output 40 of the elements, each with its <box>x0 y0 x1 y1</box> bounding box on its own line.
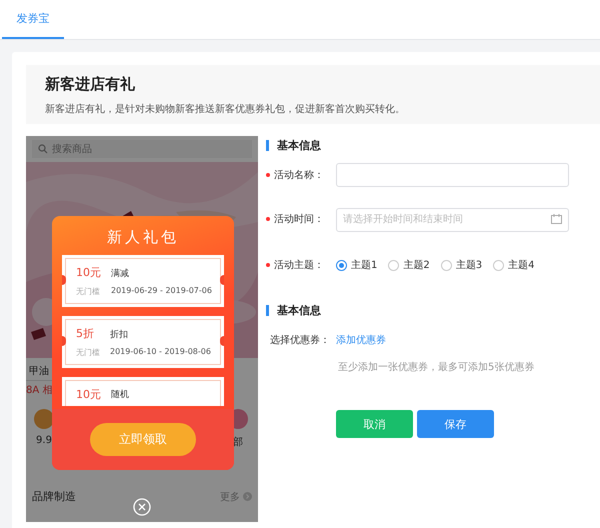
field-label: 活动名称： <box>274 169 324 182</box>
coupon-type: 随机 <box>111 388 129 401</box>
field-label: 选择优惠券： <box>270 334 330 347</box>
section-heading: 基本信息 <box>266 305 600 316</box>
claim-button[interactable]: 立即领取 <box>90 423 196 456</box>
page-description: 新客进店有礼，是针对未购物新客推送新客优惠券礼包，促进新客首次购买转化。 <box>45 102 406 116</box>
coupon-hint: 至少添加一张优惠券，最多可添加5张优惠券 <box>338 360 536 374</box>
theme-radio[interactable]: 主题2 <box>388 258 430 272</box>
coupon-amount: 10元 <box>76 387 101 402</box>
section-title: 品牌制造 <box>32 489 76 504</box>
chevron-icon <box>243 492 252 501</box>
coupon-threshold: 无门槛 <box>76 286 101 297</box>
tab[interactable]: 发券宝 <box>2 0 64 39</box>
theme-radio[interactable]: 主题1 <box>336 258 378 272</box>
coupon-type: 满减 <box>111 268 130 280</box>
coupon-type: 折扣 <box>110 328 129 341</box>
shortcut-label: 部 <box>233 436 243 449</box>
coupon-dates: 2019-06-10 - 2019-08-06 <box>110 347 211 356</box>
coupon-amount: 5折 <box>76 326 95 341</box>
popup-title: 新人礼包 <box>106 227 180 248</box>
section-heading: 基本信息 <box>266 140 600 151</box>
date-range-field[interactable]: 请选择开始时间和结束时间 <box>336 208 569 232</box>
cancel-button[interactable]: 取消 <box>336 410 413 438</box>
name-input[interactable] <box>336 163 569 187</box>
field-label: 活动主题： <box>274 258 324 272</box>
calendar-icon <box>551 214 562 224</box>
shortcut-label: 9.9 <box>36 435 52 446</box>
theme-radio[interactable]: 主题3 <box>440 258 482 272</box>
page-title: 新客进店有礼 <box>45 75 136 94</box>
shortcut-icon <box>34 409 54 429</box>
coupon-dates: 2019-06-29 - 2019-07-06 <box>111 286 212 295</box>
field-label: 活动时间： <box>274 212 324 226</box>
theme-radio[interactable]: 主题4 <box>493 258 534 272</box>
product-tag: 8A 相 <box>26 381 52 397</box>
save-button[interactable]: 保存 <box>417 410 494 438</box>
search-icon <box>38 144 48 154</box>
coupon-amount: 10元 <box>76 265 101 280</box>
close-icon[interactable] <box>133 498 151 516</box>
add-coupon-link[interactable]: 添加优惠券 <box>336 333 386 347</box>
coupon-threshold: 无门槛 <box>76 347 100 358</box>
